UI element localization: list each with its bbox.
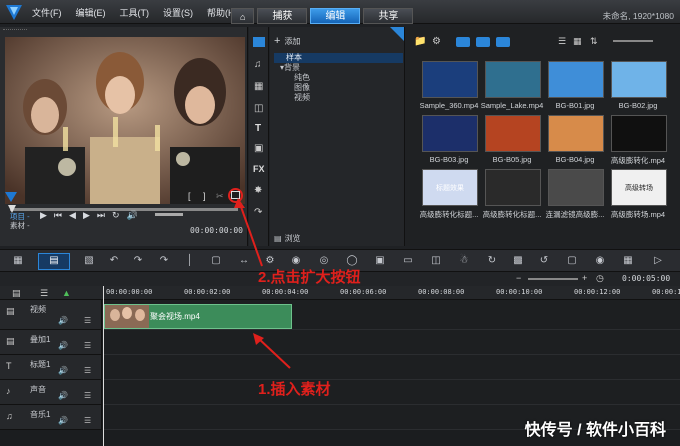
video-editor-window: 文件(F) 编辑(E) 工具(T) 设置(S) 帮助(H) ⌂ 捕获 编辑 共享… bbox=[0, 0, 680, 446]
annotation-insert: 1.插入素材 bbox=[258, 381, 331, 398]
annotation-expand: 2.点击扩大按钮 bbox=[258, 269, 361, 286]
watermark: 快传号 / 软件小百科 bbox=[524, 422, 666, 439]
annotation-arrows bbox=[234, 198, 291, 369]
